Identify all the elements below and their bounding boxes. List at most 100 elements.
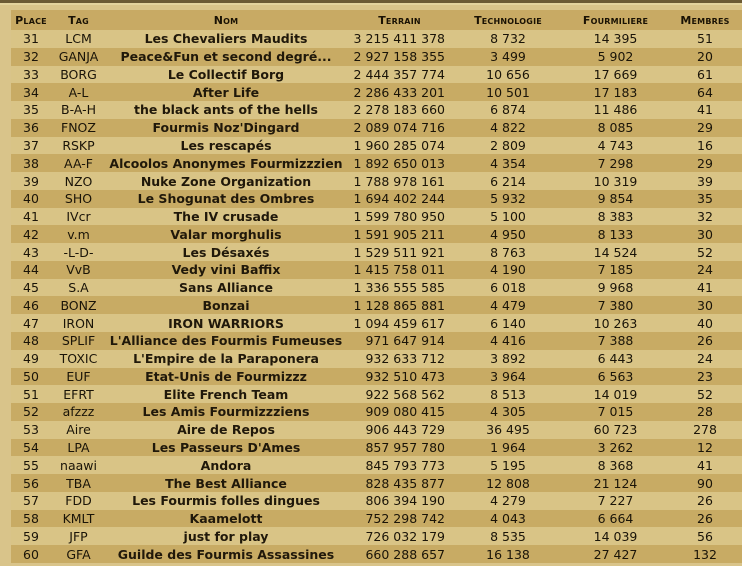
cell-technologie: 8 535 xyxy=(453,527,563,546)
cell-terrain: 726 032 179 xyxy=(346,527,453,546)
table-row: 55 naawi Andora 845 793 773 5 195 8 368 41 xyxy=(11,456,742,475)
alliance-name-link[interactable]: Vedy vini Baffix xyxy=(106,260,346,279)
cell-tag: JFP xyxy=(51,527,106,546)
cell-fourmiliere: 7 185 xyxy=(563,260,668,279)
cell-tag: SHO xyxy=(51,189,106,208)
cell-technologie: 6 874 xyxy=(453,101,563,119)
cell-fourmiliere: 8 085 xyxy=(563,118,668,137)
alliance-name-link[interactable]: Aire de Repos xyxy=(106,420,346,439)
cell-tag: afzzz xyxy=(51,403,106,421)
cell-place: 41 xyxy=(11,207,51,226)
cell-place: 40 xyxy=(11,189,51,208)
cell-membres: 39 xyxy=(668,172,742,190)
alliance-name-link[interactable]: Les Passeurs D'Ames xyxy=(106,438,346,457)
table-row: 33 BORG Le Collectif Borg 2 444 357 774 10 6… xyxy=(11,65,742,84)
cell-membres: 12 xyxy=(668,438,742,457)
cell-membres: 28 xyxy=(668,403,742,421)
alliance-name-link[interactable]: Peace&Fun et second degré... xyxy=(106,47,346,66)
alliance-name-link[interactable]: Andora xyxy=(106,456,346,475)
cell-tag: -L-D- xyxy=(51,243,106,261)
cell-fourmiliere: 6 664 xyxy=(563,509,668,528)
alliance-name-link[interactable]: IRON WARRIORS xyxy=(106,314,346,333)
cell-terrain: 1 128 865 881 xyxy=(346,296,453,315)
alliance-name-link[interactable]: Sans Alliance xyxy=(106,278,346,297)
cell-place: 52 xyxy=(11,403,51,421)
cell-fourmiliere: 9 854 xyxy=(563,189,668,208)
alliance-name-link[interactable]: Les Désaxés xyxy=(106,243,346,261)
alliance-name-link[interactable]: L'Empire de la Paraponera xyxy=(106,349,346,368)
cell-membres: 35 xyxy=(668,189,742,208)
cell-technologie: 4 305 xyxy=(453,403,563,421)
cell-tag: BORG xyxy=(51,65,106,84)
cell-membres: 29 xyxy=(668,118,742,137)
alliance-name-link[interactable]: Etat-Unis de Fourmizzz xyxy=(106,367,346,386)
alliance-name-link[interactable]: Le Collectif Borg xyxy=(106,65,346,84)
alliance-name-link[interactable]: the black ants of the hells xyxy=(106,101,346,119)
cell-terrain: 2 089 074 716 xyxy=(346,118,453,137)
cell-technologie: 16 138 xyxy=(453,545,563,563)
cell-technologie: 4 354 xyxy=(453,154,563,173)
cell-fourmiliere: 6 443 xyxy=(563,349,668,368)
cell-terrain: 1 336 555 585 xyxy=(346,278,453,297)
alliance-name-link[interactable]: Les rescapés xyxy=(106,136,346,155)
alliance-name-link[interactable]: Guilde des Fourmis Assassines xyxy=(106,545,346,563)
cell-technologie: 3 964 xyxy=(453,367,563,386)
cell-membres: 132 xyxy=(668,545,742,563)
cell-membres: 61 xyxy=(668,65,742,84)
cell-place: 50 xyxy=(11,367,51,386)
alliance-name-link[interactable]: Les Fourmis folles dingues xyxy=(106,491,346,510)
table-row: 53 Aire Aire de Repos 906 443 729 36 495 60 7… xyxy=(11,420,742,439)
alliance-name-link[interactable]: The IV crusade xyxy=(106,207,346,226)
cell-tag: S.A xyxy=(51,278,106,297)
cell-fourmiliere: 17 183 xyxy=(563,83,668,102)
alliance-name-link[interactable]: Les Chevaliers Maudits xyxy=(106,30,346,48)
alliance-name-link[interactable]: L'Alliance des Fourmis Fumeuses xyxy=(106,332,346,350)
alliance-name-link[interactable]: Les Amis Fourmizzziens xyxy=(106,403,346,421)
cell-place: 38 xyxy=(11,154,51,173)
cell-tag: Aire xyxy=(51,420,106,439)
table-row: 60 GFA Guilde des Fourmis Assassines 660 28… xyxy=(11,545,742,563)
table-row: 51 EFRT Elite French Team 922 568 562 8 513 1… xyxy=(11,385,742,404)
table-row: 37 RSKP Les rescapés 1 960 285 074 2 809 4 74… xyxy=(11,136,742,155)
cell-membres: 56 xyxy=(668,527,742,546)
cell-tag: VvB xyxy=(51,260,106,279)
cell-terrain: 971 647 914 xyxy=(346,332,453,350)
table-row: 48 SPLIF L'Alliance des Fourmis Fumeuses 97… xyxy=(11,332,742,350)
cell-tag: GFA xyxy=(51,545,106,563)
alliance-name-link[interactable]: Nuke Zone Organization xyxy=(106,172,346,190)
table-row: 36 FNOZ Fourmis Noz'Dingard 2 089 074 716 4 … xyxy=(11,118,742,137)
cell-place: 54 xyxy=(11,438,51,457)
alliance-name-link[interactable]: just for play xyxy=(106,527,346,546)
cell-tag: GANJA xyxy=(51,47,106,66)
cell-membres: 26 xyxy=(668,491,742,510)
cell-terrain: 2 278 183 660 xyxy=(346,101,453,119)
table-row: 43 -L-D- Les Désaxés 1 529 511 921 8 763 14 5… xyxy=(11,243,742,261)
cell-membres: 41 xyxy=(668,101,742,119)
cell-tag: FDD xyxy=(51,491,106,510)
alliance-name-link[interactable]: Elite French Team xyxy=(106,385,346,404)
alliance-name-link[interactable]: Valar morghulis xyxy=(106,225,346,244)
cell-fourmiliere: 7 388 xyxy=(563,332,668,350)
cell-fourmiliere: 7 298 xyxy=(563,154,668,173)
table-row: 41 IVcr The IV crusade 1 599 780 950 5 100 8 … xyxy=(11,207,742,226)
cell-terrain: 828 435 877 xyxy=(346,474,453,492)
table-row: 49 TOXIC L'Empire de la Paraponera 932 633 … xyxy=(11,349,742,368)
cell-membres: 90 xyxy=(668,474,742,492)
cell-tag: A-L xyxy=(51,83,106,102)
cell-tag: EUF xyxy=(51,367,106,386)
table-row: 35 B-A-H the black ants of the hells 2 278 … xyxy=(11,101,742,119)
alliance-name-link[interactable]: Kaamelott xyxy=(106,509,346,528)
alliance-name-link[interactable]: Alcoolos Anonymes Fourmizzzien xyxy=(106,154,346,173)
cell-membres: 52 xyxy=(668,385,742,404)
cell-place: 58 xyxy=(11,509,51,528)
cell-place: 31 xyxy=(11,30,51,48)
cell-technologie: 6 214 xyxy=(453,172,563,190)
alliance-name-link[interactable]: Fourmis Noz'Dingard xyxy=(106,118,346,137)
cell-terrain: 1 960 285 074 xyxy=(346,136,453,155)
alliance-name-link[interactable]: Bonzai xyxy=(106,296,346,315)
alliance-name-link[interactable]: The Best Alliance xyxy=(106,474,346,492)
cell-tag: BONZ xyxy=(51,296,106,315)
cell-terrain: 932 510 473 xyxy=(346,367,453,386)
alliance-name-link[interactable]: After Life xyxy=(106,83,346,102)
alliance-name-link[interactable]: Le Shogunat des Ombres xyxy=(106,189,346,208)
